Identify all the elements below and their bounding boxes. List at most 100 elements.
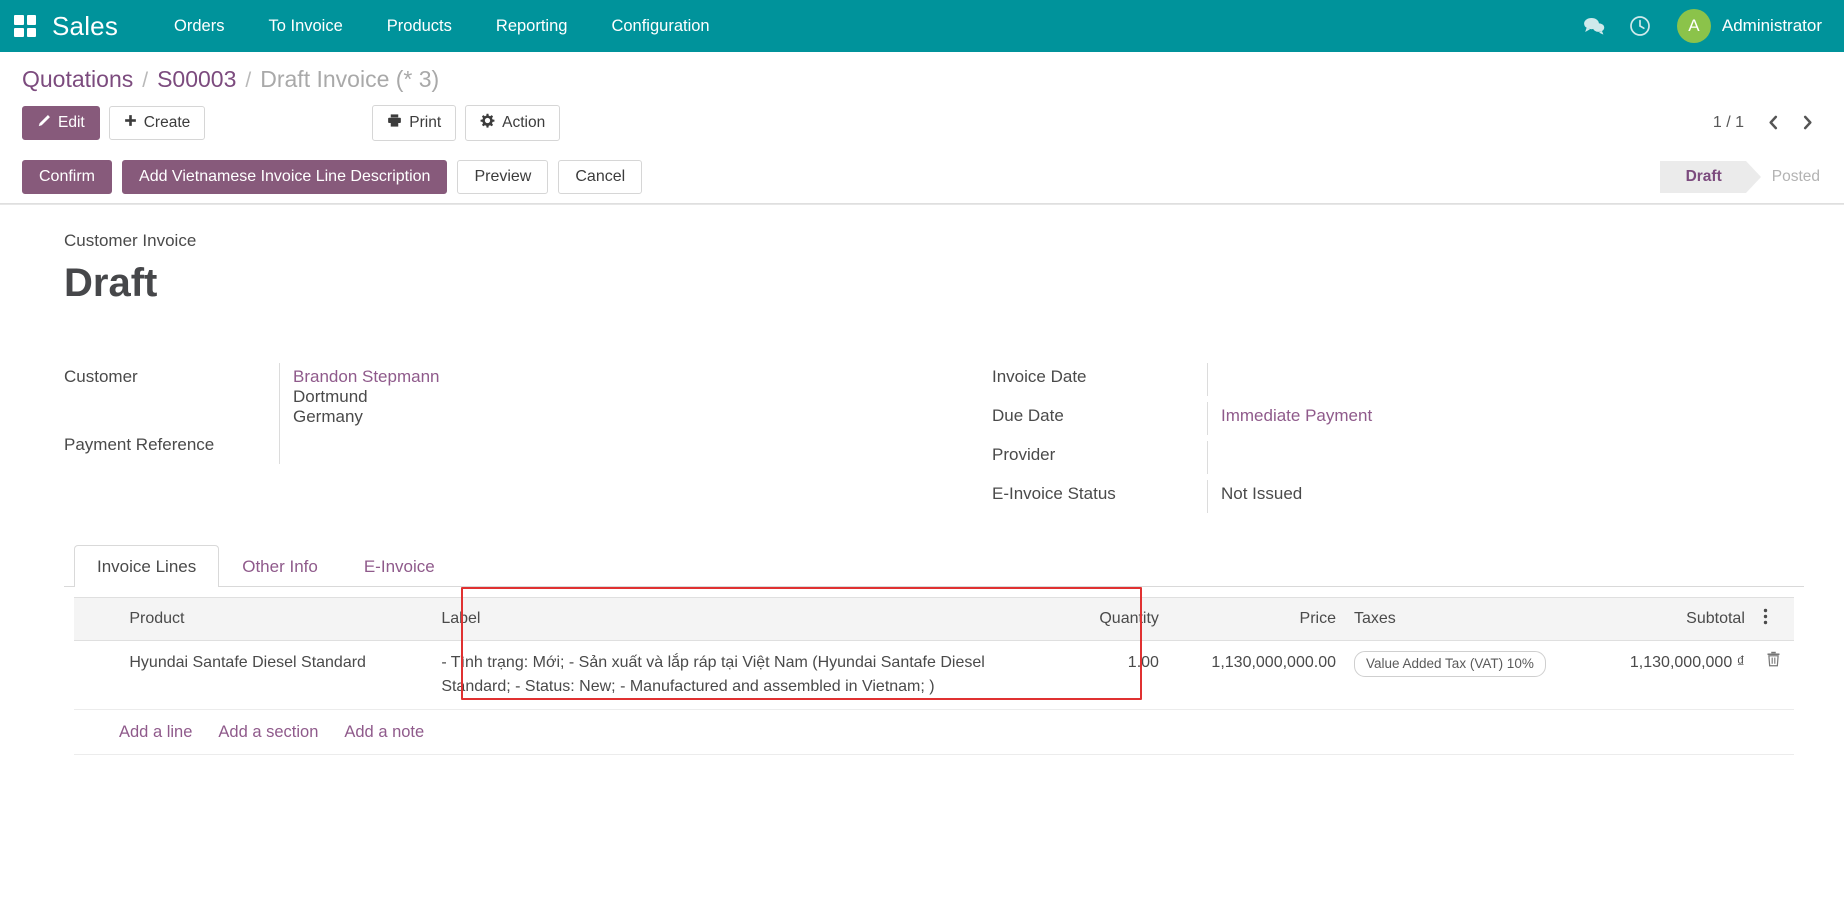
field-provider-value[interactable]	[1207, 441, 1744, 474]
cell-subtotal: 1,130,000,000 ₫	[1568, 641, 1753, 709]
user-menu[interactable]: A Administrator	[1663, 9, 1828, 43]
main-menu: Orders To Invoice Products Reporting Con…	[152, 0, 732, 52]
status-pipeline: Draft Posted	[1660, 161, 1844, 193]
breadcrumb-item-quotations[interactable]: Quotations	[22, 66, 133, 93]
print-button[interactable]: Print	[372, 105, 456, 141]
row-handle	[74, 641, 120, 709]
toolbar: Edit Create Print	[0, 95, 1844, 152]
menu-item-orders[interactable]: Orders	[152, 0, 246, 52]
status-badge: Value Added Tax (VAT) 10%	[1354, 651, 1546, 677]
edit-button-label: Edit	[58, 114, 85, 132]
add-links-cell: Add a line Add a section Add a note	[74, 709, 1794, 754]
cancel-button[interactable]: Cancel	[558, 160, 642, 194]
plus-icon	[124, 114, 137, 132]
form-column-left: Customer Brandon Stepmann Dortmund Germa…	[64, 363, 934, 519]
tab-other-info[interactable]: Other Info	[219, 545, 341, 587]
menu-item-products[interactable]: Products	[365, 0, 474, 52]
statusbar-row: Confirm Add Vietnamese Invoice Line Desc…	[0, 152, 1844, 204]
chat-bubble-icon[interactable]	[1571, 0, 1617, 52]
menu-item-to-invoice[interactable]: To Invoice	[246, 0, 364, 52]
menu-item-reporting[interactable]: Reporting	[474, 0, 590, 52]
tab-invoice-lines[interactable]: Invoice Lines	[74, 545, 219, 587]
cell-price[interactable]: 1,130,000,000.00	[1168, 641, 1345, 709]
navbar-right-group: A Administrator	[1571, 0, 1828, 52]
action-button-label: Action	[502, 114, 545, 132]
field-due-date: Due Date Immediate Payment	[992, 402, 1744, 441]
preview-button[interactable]: Preview	[457, 160, 548, 194]
header-handle	[74, 598, 120, 641]
field-customer-label: Customer	[64, 363, 279, 387]
create-button-label: Create	[144, 114, 191, 132]
breadcrumb-current: Draft Invoice (* 3)	[260, 66, 439, 93]
breadcrumb-separator: /	[142, 69, 148, 93]
add-a-line-link[interactable]: Add a line	[119, 720, 192, 744]
breadcrumb-item-s00003[interactable]: S00003	[157, 66, 236, 93]
notebook-tabs: Invoice Lines Other Info E-Invoice	[64, 545, 1804, 587]
field-invoice-date-value[interactable]	[1207, 363, 1744, 396]
customer-country: Germany	[293, 407, 874, 427]
create-button[interactable]: Create	[109, 106, 206, 140]
toolbar-secondary-group: Print Action	[372, 105, 569, 141]
field-customer-value-group[interactable]: Brandon Stepmann Dortmund Germany	[279, 363, 874, 431]
trash-icon[interactable]	[1754, 641, 1794, 709]
app-brand-sales[interactable]: Sales	[52, 11, 118, 42]
add-vietnamese-invoice-line-description-button[interactable]: Add Vietnamese Invoice Line Description	[122, 160, 447, 194]
document-type-label: Customer Invoice	[64, 231, 1804, 251]
cell-taxes[interactable]: Value Added Tax (VAT) 10%	[1345, 641, 1568, 709]
avatar: A	[1677, 9, 1711, 43]
header-product[interactable]: Product	[120, 598, 432, 641]
header-taxes[interactable]: Taxes	[1345, 598, 1568, 641]
cell-quantity[interactable]: 1.00	[1041, 641, 1167, 709]
apps-grid-icon[interactable]	[14, 15, 36, 37]
field-einvoice-status-label: E-Invoice Status	[992, 480, 1207, 504]
field-customer: Customer Brandon Stepmann Dortmund Germa…	[64, 363, 874, 431]
stage-draft[interactable]: Draft	[1660, 161, 1746, 193]
page-title: Draft	[64, 261, 1804, 305]
field-invoice-date-label: Invoice Date	[992, 363, 1207, 387]
field-payment-reference: Payment Reference	[64, 431, 874, 470]
header-label[interactable]: Label	[432, 598, 1041, 641]
pencil-icon	[37, 114, 51, 133]
field-einvoice-status-value: Not Issued	[1207, 480, 1744, 513]
add-a-section-link[interactable]: Add a section	[218, 720, 318, 744]
header-subtotal[interactable]: Subtotal	[1568, 598, 1753, 641]
menu-item-configuration[interactable]: Configuration	[589, 0, 731, 52]
chevron-right-icon[interactable]	[1792, 108, 1822, 138]
field-einvoice-status: E-Invoice Status Not Issued	[992, 480, 1744, 519]
gear-icon	[480, 113, 495, 133]
table-body: Hyundai Santafe Diesel Standard - Tình t…	[74, 641, 1794, 755]
field-payment-reference-value[interactable]	[279, 431, 874, 464]
table-header-row: Product Label Quantity Price Taxes Subto…	[74, 598, 1794, 641]
add-links: Add a line Add a section Add a note	[83, 720, 1785, 744]
invoice-lines-table: Product Label Quantity Price Taxes Subto…	[74, 597, 1794, 755]
breadcrumb-separator: /	[245, 69, 251, 93]
control-panel: Quotations / S00003 / Draft Invoice (* 3…	[0, 52, 1844, 205]
field-provider: Provider	[992, 441, 1744, 480]
clock-icon[interactable]	[1617, 0, 1663, 52]
header-quantity[interactable]: Quantity	[1041, 598, 1167, 641]
add-a-note-link[interactable]: Add a note	[344, 720, 424, 744]
form-column-right: Invoice Date Due Date Immediate Payment …	[934, 363, 1804, 519]
cell-label[interactable]: - Tình trạng: Mới; - Sản xuất và lắp ráp…	[432, 641, 1041, 709]
top-navbar: Sales Orders To Invoice Products Reporti…	[0, 0, 1844, 52]
add-line-row: Add a line Add a section Add a note	[74, 709, 1794, 754]
confirm-button[interactable]: Confirm	[22, 160, 112, 194]
invoice-lines-panel: Product Label Quantity Price Taxes Subto…	[64, 587, 1804, 755]
pager-count: 1 / 1	[1703, 110, 1754, 136]
field-invoice-date: Invoice Date	[992, 363, 1744, 402]
breadcrumb: Quotations / S00003 / Draft Invoice (* 3…	[0, 52, 1844, 95]
form-sheet: Customer Invoice Draft Customer Brandon …	[0, 205, 1844, 915]
chevron-left-icon[interactable]	[1758, 108, 1788, 138]
field-due-date-value[interactable]: Immediate Payment	[1207, 402, 1744, 435]
form-fields: Customer Brandon Stepmann Dortmund Germa…	[64, 363, 1804, 519]
cell-product[interactable]: Hyundai Santafe Diesel Standard	[120, 641, 432, 709]
vertical-dots-icon[interactable]	[1754, 598, 1794, 641]
field-payment-reference-label: Payment Reference	[64, 431, 279, 455]
action-button[interactable]: Action	[465, 105, 560, 141]
edit-button[interactable]: Edit	[22, 106, 100, 141]
tab-e-invoice[interactable]: E-Invoice	[341, 545, 458, 587]
pager: 1 / 1	[1703, 108, 1822, 138]
table-row[interactable]: Hyundai Santafe Diesel Standard - Tình t…	[74, 641, 1794, 709]
customer-name[interactable]: Brandon Stepmann	[293, 367, 874, 387]
header-price[interactable]: Price	[1168, 598, 1345, 641]
